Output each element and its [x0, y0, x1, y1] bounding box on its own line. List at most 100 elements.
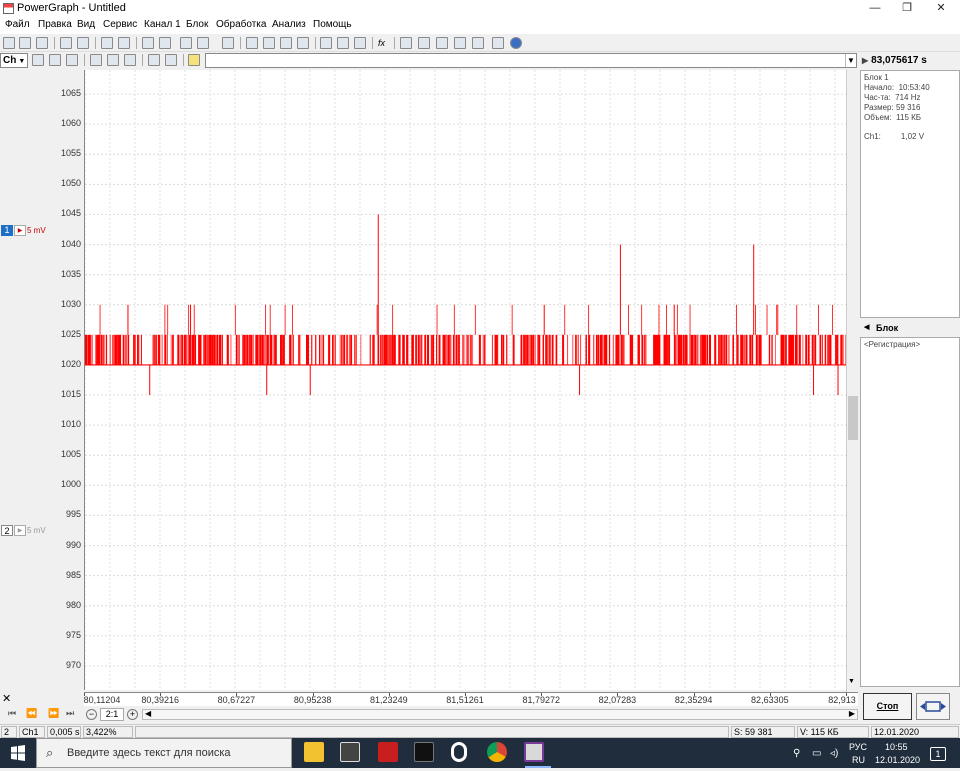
open-icon[interactable] [19, 37, 31, 49]
zoom-out-icon[interactable] [49, 54, 61, 66]
menu-help[interactable]: Помощь [313, 19, 352, 30]
play-icon[interactable]: ▶ [14, 525, 26, 536]
last-icon[interactable]: ⏭ [66, 708, 74, 719]
channel-2-indicator[interactable]: 2 ▶ 5 mV [0, 524, 50, 538]
opera-icon[interactable] [451, 742, 467, 762]
menu-channel[interactable]: Канал 1 [144, 19, 181, 30]
zoom-in-button[interactable]: + [127, 709, 138, 720]
file-explorer-icon[interactable] [304, 742, 324, 762]
menu-analysis[interactable]: Анализ [272, 19, 306, 30]
signal-pulse [369, 334, 371, 365]
scroll-left-icon[interactable]: ◀ [145, 709, 151, 718]
signal-pulse [822, 334, 823, 365]
calculator-icon[interactable] [340, 742, 360, 762]
probe-icon[interactable] [246, 37, 258, 49]
chart-icon[interactable] [472, 37, 484, 49]
edit-icon[interactable] [320, 37, 332, 49]
monitor-icon[interactable] [280, 37, 292, 49]
battery-tray-icon[interactable]: ▭ [812, 748, 821, 759]
language-indicator-short[interactable]: RU [852, 755, 865, 765]
paste-icon[interactable] [180, 37, 192, 49]
open-folder-icon[interactable] [36, 37, 48, 49]
taskbar-clock[interactable]: 10:55 [885, 742, 908, 752]
zoom-icon[interactable] [418, 37, 430, 49]
minimize-button[interactable]: — [860, 0, 890, 17]
list-item[interactable]: <Регистрация> [864, 340, 956, 349]
start-button[interactable] [0, 738, 36, 768]
channel-select[interactable]: Ch ▼ [0, 53, 28, 68]
fit-width-button[interactable] [916, 693, 950, 720]
rewind-icon[interactable]: ⏪ [26, 708, 37, 719]
signal-plot[interactable] [84, 63, 848, 690]
block-panel-header[interactable]: ◀ Блок [860, 320, 960, 336]
device-icon[interactable] [263, 37, 275, 49]
autoscale-icon[interactable] [165, 54, 177, 66]
note-icon[interactable] [188, 54, 200, 66]
collapse-icon[interactable]: ◀ [864, 323, 869, 331]
menu-processing[interactable]: Обработка [216, 19, 266, 30]
time-dropdown-icon[interactable]: ▶ [862, 56, 868, 65]
new-file-icon[interactable] [3, 37, 15, 49]
maximize-button[interactable]: ❐ [892, 0, 922, 17]
list-icon[interactable] [337, 37, 349, 49]
command-dropdown-arrow-icon[interactable]: ▼ [845, 54, 856, 67]
zoom-out-button[interactable]: − [86, 709, 97, 720]
save-as-icon[interactable] [77, 37, 89, 49]
stop-button[interactable]: Стоп [863, 693, 912, 720]
play-icon[interactable]: ▶ [14, 225, 26, 236]
paste-special-icon[interactable] [197, 37, 209, 49]
menu-block[interactable]: Блок [186, 19, 208, 30]
copy-icon[interactable] [159, 37, 171, 49]
signal-pulse [322, 334, 325, 365]
signal-pulse [389, 334, 391, 365]
zoom-in-icon[interactable] [66, 54, 78, 66]
first-icon[interactable]: ⏮ [8, 708, 16, 719]
function-icon[interactable]: fx [378, 37, 390, 49]
menu-edit[interactable]: Правка [38, 19, 72, 30]
scroll-right-icon[interactable]: ▶ [849, 709, 855, 718]
clipboard-icon[interactable] [222, 37, 234, 49]
fit-icon[interactable] [148, 54, 160, 66]
globe-icon[interactable] [510, 37, 522, 49]
close-button[interactable]: ✕ [926, 0, 956, 17]
battery-icon[interactable] [297, 37, 309, 49]
cut-icon[interactable] [142, 37, 154, 49]
command-input[interactable] [205, 53, 857, 68]
save-icon[interactable] [60, 37, 72, 49]
taskbar-date[interactable]: 12.01.2020 [875, 755, 920, 765]
print-icon[interactable] [101, 37, 113, 49]
menu-file[interactable]: Файл [5, 19, 30, 30]
language-indicator[interactable]: РУС [849, 742, 867, 752]
table-icon[interactable] [400, 37, 412, 49]
signal-pulse [298, 334, 300, 365]
channel-1-indicator[interactable]: 1 ▶ 5 mV [0, 224, 50, 238]
menu-view[interactable]: Вид [77, 19, 95, 30]
close-icon[interactable]: ✕ [2, 692, 11, 705]
crosshair-icon[interactable] [124, 54, 136, 66]
taskbar-search[interactable]: ⌕ Введите здесь текст для поиска [36, 738, 292, 768]
block-list[interactable]: <Регистрация> [860, 337, 960, 687]
menu-service[interactable]: Сервис [103, 19, 137, 30]
scroll-down-icon[interactable]: ▼ [848, 678, 855, 685]
print-preview-icon[interactable] [118, 37, 130, 49]
graph-icon[interactable] [454, 37, 466, 49]
vertical-scrollbar-thumb[interactable] [848, 396, 858, 440]
powergraph-taskbar-icon[interactable] [524, 742, 544, 762]
volume-icon[interactable]: ◃) [830, 748, 838, 759]
forward-icon[interactable]: ⏩ [48, 708, 59, 719]
tools-icon[interactable] [354, 37, 366, 49]
chrome-icon[interactable] [487, 742, 507, 762]
notification-badge[interactable]: 1 [930, 747, 946, 761]
app-red-icon[interactable] [378, 742, 398, 762]
vertical-marker-icon[interactable] [90, 54, 102, 66]
network-icon[interactable]: ⚲ [793, 748, 800, 759]
help-icon[interactable] [492, 37, 504, 49]
horizontal-marker-icon[interactable] [107, 54, 119, 66]
vertical-scrollbar[interactable]: ▼ [846, 70, 858, 692]
spectrum-icon[interactable] [436, 37, 448, 49]
signal-pulse [645, 334, 647, 365]
signal-pulse [538, 334, 541, 365]
cursor-icon[interactable] [32, 54, 44, 66]
terminal-icon[interactable] [414, 742, 434, 762]
horizontal-scrollbar[interactable]: ◀ ▶ [142, 709, 858, 720]
